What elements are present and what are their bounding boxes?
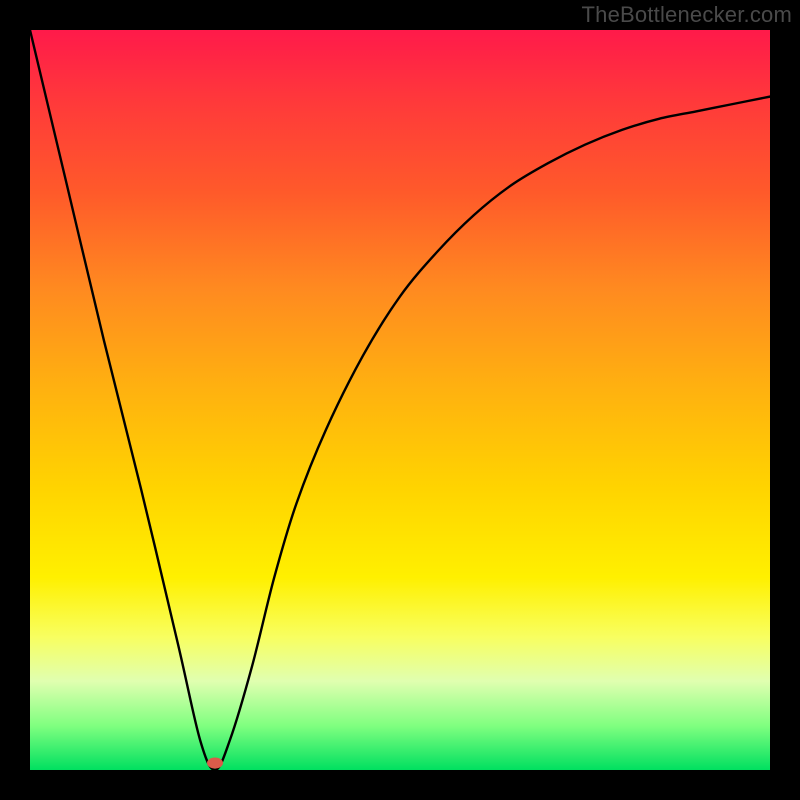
- minimum-marker: [207, 757, 223, 768]
- bottleneck-curve: [30, 30, 770, 770]
- chart-frame: TheBottlenecker.com: [0, 0, 800, 800]
- watermark-text: TheBottlenecker.com: [582, 2, 792, 28]
- plot-area: [30, 30, 770, 770]
